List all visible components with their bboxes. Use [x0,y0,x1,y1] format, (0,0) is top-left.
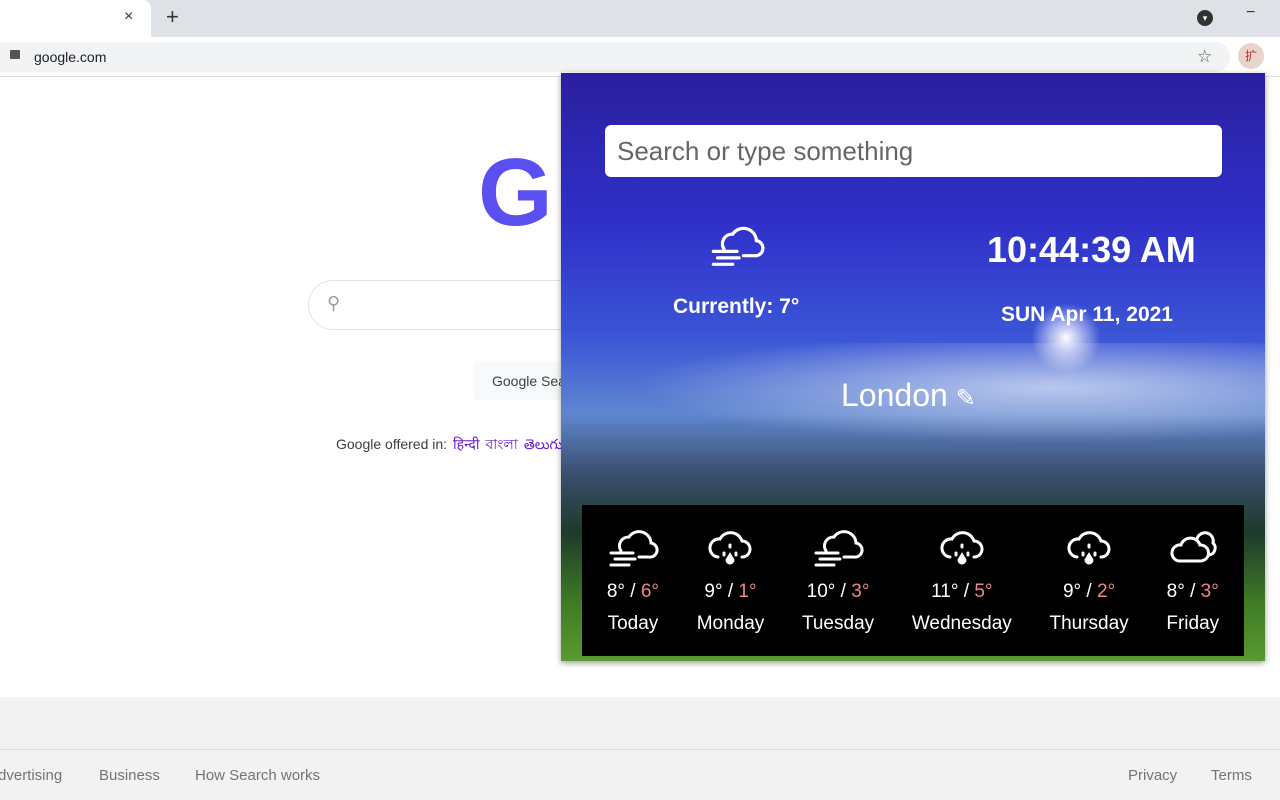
low-temp: 6° [640,581,660,602]
close-tab-icon[interactable]: × [124,8,133,26]
low-temp: 2° [1097,581,1116,602]
forecast-temps: 8° / 6° [606,581,660,602]
forecast-temps: 8° / 3° [1166,581,1219,602]
current-temperature: Currently: 7° [673,295,800,318]
weather-popup: Currently: 7° 10:44:39 AM SUN Apr 11, 20… [561,73,1265,661]
forecast-day-name: Tuesday [801,613,875,634]
high-temp: 8° [606,581,625,602]
lang-link[interactable]: বাংলা [486,436,518,452]
forecast-temps: 10° / 3° [806,581,870,602]
offered-label: Google offered in: [336,436,448,452]
footer: Advertising Business How Search works Pr… [0,697,1280,800]
lock-icon [10,50,20,59]
profile-menu-icon[interactable]: ▾ [1197,10,1213,26]
forecast-temps: 11° / 5° [931,581,993,602]
active-tab[interactable]: × [0,0,151,37]
forecast-day: 9° / 2° Thursday [1049,505,1129,656]
low-temp: 3° [851,581,870,602]
rain-weather-icon [708,531,752,565]
fog-weather-icon [814,530,864,567]
bookmark-star-icon[interactable]: ☆ [1197,47,1212,67]
rain-weather-icon [1067,531,1111,565]
footer-advertising[interactable]: Advertising [0,767,62,784]
city-name: London [841,377,948,413]
address-bar: google.com ☆ 扩 [0,37,1280,77]
low-temp: 1° [738,581,757,602]
search-input[interactable] [605,125,1222,177]
high-temp: 9° [1062,581,1082,602]
forecast-day: 11° / 5° Wednesday [912,505,1012,656]
footer-business[interactable]: Business [99,767,160,784]
forecast-strip: 8° / 6° Today 9° / 1° Monday 10° / 3° Tu… [582,505,1244,656]
high-temp: 10° [806,581,836,602]
clouds-weather-icon [1170,531,1217,563]
url-text[interactable]: google.com [34,49,106,65]
clock: 10:44:39 AM [987,229,1196,270]
tab-bar: × + ▾ − [0,0,1280,37]
high-temp: 11° [931,581,959,602]
forecast-day: 8° / 6° Today [607,505,659,656]
forecast-temps: 9° / 1° [704,581,757,602]
low-temp: 5° [974,581,993,602]
omnibox[interactable]: google.com ☆ [0,42,1230,72]
forecast-day: 10° / 3° Tuesday [802,505,874,656]
new-tab-button[interactable]: + [166,4,179,30]
rain-weather-icon [940,531,984,565]
forecast-day-name: Wednesday [911,613,1012,634]
edit-city-icon[interactable]: ✎ [956,385,976,412]
forecast-day-name: Thursday [1049,613,1129,634]
lang-link[interactable]: हिन्दी [453,436,479,452]
weather-extension-icon[interactable]: 扩 [1238,43,1264,69]
forecast-day-name: Monday [696,613,765,634]
lang-link[interactable]: తెలుగు [524,436,563,452]
forecast-day-name: Today [607,613,659,634]
fog-cloud-icon [711,226,765,266]
forecast-temps: 9° / 2° [1062,581,1116,602]
low-temp: 3° [1200,581,1219,602]
city: London ✎ [841,377,976,414]
date: SUN Apr 11, 2021 [1001,303,1173,326]
high-temp: 9° [704,581,723,602]
languages-offered: Google offered in: हिन्दी বাংলা తెలుగు [336,433,563,457]
forecast-day: 8° / 3° Friday [1166,505,1219,656]
footer-privacy[interactable]: Privacy [1128,767,1177,784]
minimize-button[interactable]: − [1246,4,1255,22]
fog-weather-icon [609,530,659,567]
forecast-day: 9° / 1° Monday [696,505,765,656]
footer-terms[interactable]: Terms [1211,767,1252,784]
google-logo: G [478,139,553,246]
search-icon: ⚲ [327,293,341,313]
footer-how-search-works[interactable]: How Search works [195,767,320,784]
forecast-day-name: Friday [1166,613,1220,634]
high-temp: 8° [1166,581,1185,602]
